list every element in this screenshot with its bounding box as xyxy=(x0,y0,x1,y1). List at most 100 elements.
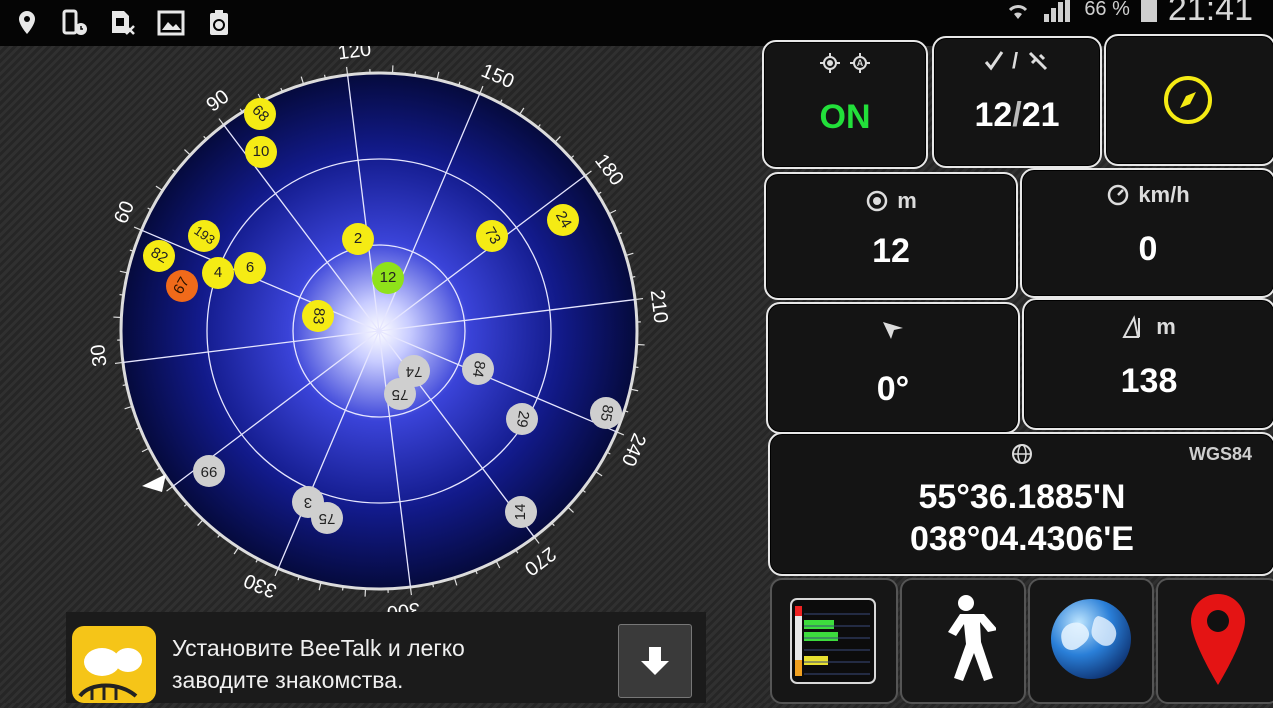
satellite-marker: 10 xyxy=(245,136,277,168)
tick-mark xyxy=(496,561,500,568)
satellites-separator: / xyxy=(1012,96,1021,134)
signal-bars-tool[interactable] xyxy=(770,578,898,704)
tick-mark xyxy=(415,72,416,76)
ad-banner[interactable]: Установите BeeTalk и легко заводите знак… xyxy=(66,612,706,703)
gps-status-panel[interactable]: A ON xyxy=(762,40,928,169)
tick-mark xyxy=(184,150,190,155)
satellites-used: 12 xyxy=(974,96,1012,134)
earth-globe-icon xyxy=(1048,596,1134,682)
satellite-marker: 3 xyxy=(292,486,324,518)
azimuth-label: 330 xyxy=(241,569,280,602)
ad-text-line2: заводите знакомства. xyxy=(172,664,465,696)
tick-mark xyxy=(142,448,149,452)
compass-icon[interactable] xyxy=(1162,74,1214,126)
bearing-value: 0° xyxy=(768,370,1018,409)
speed-panel[interactable]: km/h 0 xyxy=(1020,168,1273,298)
satellite-marker: 99 xyxy=(193,455,225,487)
satellite-marker: 2 xyxy=(342,223,374,255)
gps-auto-icon: A xyxy=(849,52,871,74)
coordinates-panel[interactable]: WGS84 55°36.1885'N 038°04.4306'E xyxy=(768,432,1273,576)
azimuth-label: 60 xyxy=(110,198,139,227)
sky-plot[interactable]: 120150180210240270300330306090 681019382… xyxy=(0,46,760,646)
satellite-id: 99 xyxy=(201,463,218,480)
satellite-id: 29 xyxy=(513,409,533,428)
satellites-panel[interactable]: / 12/21 xyxy=(932,36,1102,168)
azimuth-label: 150 xyxy=(478,60,517,93)
satellite-marker: 6 xyxy=(234,252,266,284)
accuracy-value: 12 xyxy=(766,232,1016,271)
recycle-icon xyxy=(204,8,234,38)
globe-icon xyxy=(1010,442,1034,466)
satellite-marker: 84 xyxy=(462,353,494,385)
satellites-count: 12/21 xyxy=(934,96,1100,135)
tick-mark xyxy=(433,583,434,587)
accuracy-target-icon xyxy=(865,189,889,213)
tick-mark xyxy=(480,86,483,93)
ad-text-line1: Установите BeeTalk и легко xyxy=(172,632,465,664)
satellite-id: 74 xyxy=(406,363,423,380)
tick-mark xyxy=(585,171,591,176)
ad-text[interactable]: Установите BeeTalk и легко заводите знак… xyxy=(172,632,465,696)
ad-download-button[interactable] xyxy=(618,624,692,698)
altitude-unit: m xyxy=(1156,314,1176,340)
satellite-id: 75 xyxy=(392,386,409,403)
checkmark-icon xyxy=(984,50,1004,72)
satellite-marker: 83 xyxy=(302,300,334,332)
bearing-panel[interactable]: 0° xyxy=(766,302,1020,434)
location-pin-icon xyxy=(12,8,42,38)
accuracy-header: m xyxy=(766,188,1016,214)
beetalk-logo-icon xyxy=(72,626,156,703)
download-arrow-icon xyxy=(639,645,671,677)
compass-panel[interactable] xyxy=(1104,34,1273,166)
accuracy-panel[interactable]: m 12 xyxy=(764,172,1018,300)
satellites-total: 21 xyxy=(1022,96,1060,134)
signal-icon xyxy=(1042,0,1074,22)
speed-unit: km/h xyxy=(1138,182,1189,208)
walking-person-icon xyxy=(930,594,996,684)
tick-mark xyxy=(634,367,638,368)
battery-percent: 66 % xyxy=(1084,0,1130,21)
satellite-id: 6 xyxy=(246,259,254,276)
satellite-id: 3 xyxy=(304,494,312,511)
satellite-marker: 29 xyxy=(506,403,538,435)
image-icon xyxy=(156,8,186,38)
speed-header: km/h xyxy=(1022,182,1273,208)
status-right: 66 % 21:41 xyxy=(1004,0,1253,24)
tick-mark xyxy=(167,486,173,491)
map-pin-tool[interactable] xyxy=(1156,578,1273,704)
satellite-marker: 82 xyxy=(143,240,175,272)
satellite-marker: 85 xyxy=(590,397,622,429)
satellite-id: 2 xyxy=(354,230,362,247)
tick-mark xyxy=(234,547,238,554)
walking-person-tool[interactable] xyxy=(900,578,1026,704)
gps-status-header: A xyxy=(764,52,926,74)
satellite-marker: 75 xyxy=(384,378,416,410)
tick-mark xyxy=(631,277,635,278)
wifi-icon xyxy=(1004,0,1032,21)
satellites-header: / xyxy=(934,48,1100,74)
azimuth-label: 180 xyxy=(590,150,628,190)
tick-mark xyxy=(343,586,344,590)
altitude-icon xyxy=(1122,315,1148,339)
signal-bars-icon xyxy=(790,598,876,684)
satellite-id: 14 xyxy=(512,504,529,521)
beetalk-logo-art xyxy=(72,626,156,703)
azimuth-label: 240 xyxy=(617,430,650,469)
svg-text:A: A xyxy=(857,58,864,68)
tick-mark xyxy=(219,119,224,125)
slash-separator: / xyxy=(1012,48,1018,74)
accuracy-unit: m xyxy=(897,188,917,214)
satellite-id: 84 xyxy=(469,359,489,378)
speed-value: 0 xyxy=(1022,230,1273,269)
satellite-marker: 14 xyxy=(505,496,537,528)
latitude-value: 55°36.1885'N xyxy=(770,478,1273,517)
globe-tool[interactable] xyxy=(1028,578,1154,704)
heading-marker-icon xyxy=(142,474,166,492)
altitude-panel[interactable]: m 138 xyxy=(1022,298,1273,430)
azimuth-label: 90 xyxy=(202,86,233,117)
satellite-marker: 24 xyxy=(547,204,579,236)
satellite-icon xyxy=(1026,49,1050,73)
azimuth-label: 210 xyxy=(646,289,672,325)
satellite-id: 10 xyxy=(253,143,270,160)
satellite-marker: 67 xyxy=(166,270,198,302)
